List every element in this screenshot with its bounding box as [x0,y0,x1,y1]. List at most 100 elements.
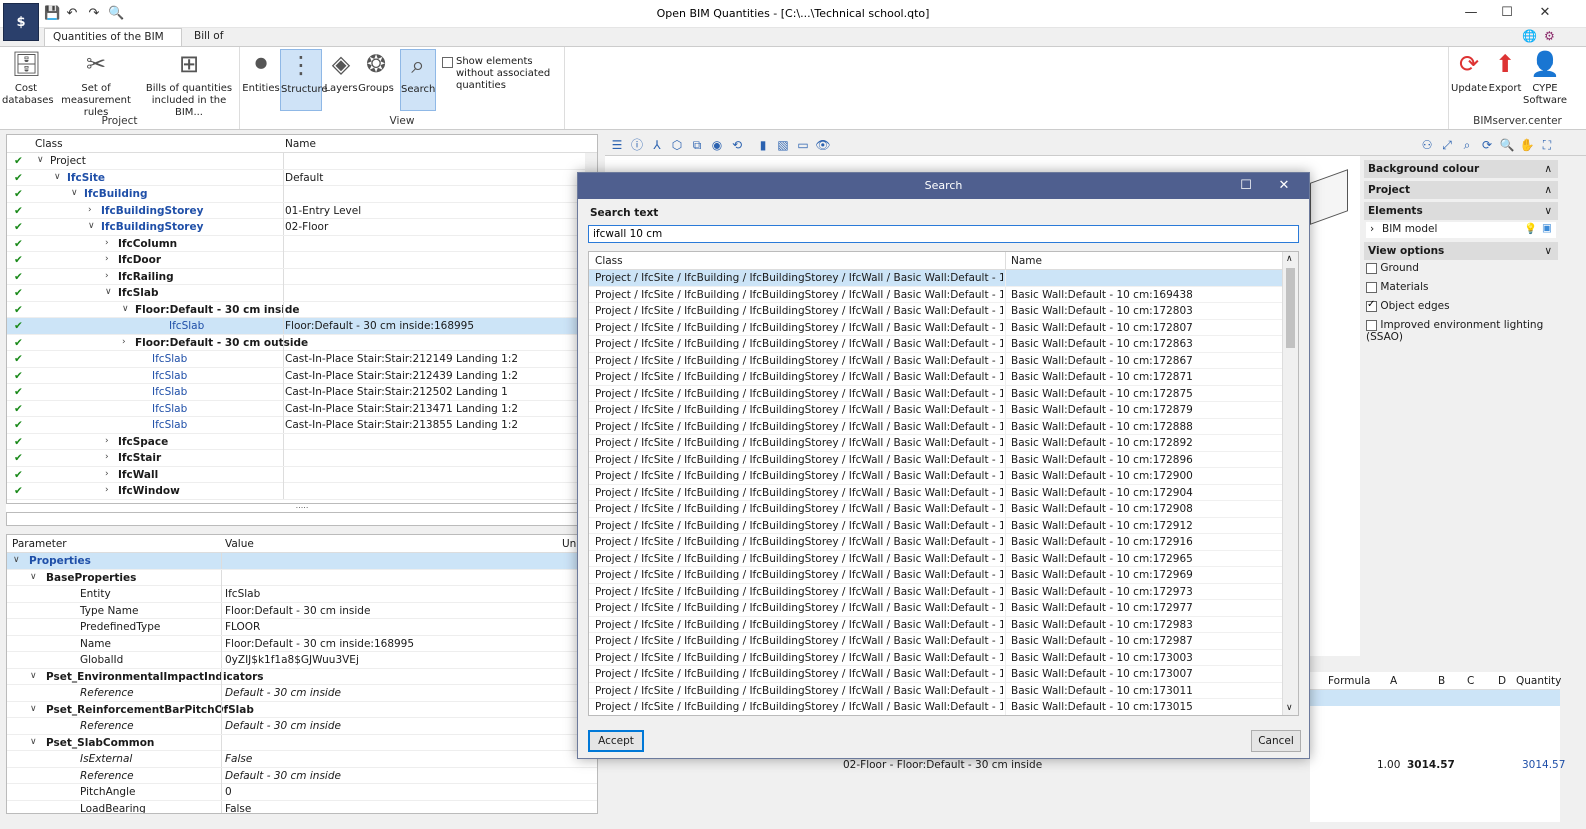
chevron-right-icon[interactable]: › [105,254,109,264]
bim-model-item[interactable]: › BIM model 💡 ▣ [1366,222,1556,238]
chevron-right-icon[interactable]: › [88,205,92,215]
check-icon[interactable]: ✔ [14,271,23,283]
rotate-icon[interactable]: ⟳ [1479,137,1495,153]
result-row[interactable]: Project / IfcSite / IfcBuilding / IfcBui… [589,369,1284,386]
maximize-button[interactable]: ☐ [1492,5,1522,23]
result-row[interactable]: Project / IfcSite / IfcBuilding / IfcBui… [589,385,1284,402]
chevron-down-icon[interactable]: ∨ [13,555,20,565]
result-row[interactable]: Project / IfcSite / IfcBuilding / IfcBui… [589,484,1284,501]
chevron-down-icon[interactable]: ∨ [30,572,37,582]
tree-row[interactable]: ✔ › IfcDoor [7,252,597,269]
result-row[interactable]: Project / IfcSite / IfcBuilding / IfcBui… [589,319,1284,336]
dialog-close-button[interactable]: ✕ [1269,173,1299,199]
check-icon[interactable]: ✔ [14,469,23,481]
chevron-right-icon[interactable]: › [105,485,109,495]
chevron-right-icon[interactable]: › [122,337,126,347]
results-scrollbar[interactable]: ∧ ∨ [1282,252,1298,715]
check-icon[interactable]: ✔ [14,485,23,497]
tab-quantities-bim[interactable]: Quantities of the BIM model [44,28,182,60]
tree-row[interactable]: ✔ IfcSlab Cast-In-Place Stair:Stair:213471… [7,400,597,417]
eye-icon[interactable]: ◉ [709,137,725,153]
info-icon[interactable]: ⓘ [629,137,645,153]
search-button[interactable]: ⌕ Search [400,49,436,111]
tree-row[interactable]: ✔ ∨ IfcBuilding [7,186,597,203]
chevron-right-icon[interactable]: › [105,271,109,281]
orbit-icon[interactable]: ⟲ [729,137,745,153]
table-row[interactable] [1310,690,1560,706]
close-button[interactable]: ✕ [1530,5,1560,23]
view-option-checkbox[interactable] [1366,299,1377,312]
section-project[interactable]: Project ∧ [1364,181,1558,199]
property-row[interactable]: Reference Default - 30 cm inside [7,685,597,702]
measurement-rules-button[interactable]: ✂ Set of measurement rules [52,49,140,119]
cancel-button[interactable]: Cancel [1251,730,1301,752]
property-row[interactable]: Type Name Floor:Default - 30 cm inside [7,602,597,619]
export-button[interactable]: ⬆ Export [1487,49,1523,95]
zoom-extents-icon[interactable]: ⤢ [1439,137,1455,153]
check-icon[interactable]: ✔ [14,155,23,167]
check-icon[interactable]: ✔ [14,386,23,398]
property-row[interactable]: Reference Default - 30 cm inside [7,718,597,735]
search-input[interactable] [588,225,1299,243]
settings-icon[interactable]: ⚙ [1544,29,1555,43]
result-row[interactable]: Project / IfcSite / IfcBuilding / IfcBui… [589,270,1284,287]
scroll-thumb[interactable] [1286,268,1295,348]
tree-row[interactable]: ✔ › Floor:Default - 30 cm outside [7,334,597,351]
chevron-right-icon[interactable]: › [105,469,109,479]
dialog-maximize-button[interactable]: ☐ [1231,173,1261,199]
bills-included-button[interactable]: ⊞ Bills of quantities included in the BIM… [140,49,238,119]
result-row[interactable]: Project / IfcSite / IfcBuilding / IfcBui… [589,336,1284,353]
property-row[interactable]: GlobalId 0yZIJ$k1f1a8$GJWuu3VEj [7,652,597,669]
property-row[interactable]: Entity IfcSlab [7,586,597,603]
result-row[interactable]: Project / IfcSite / IfcBuilding / IfcBui… [589,666,1284,683]
property-row[interactable]: LoadBearing False [7,800,597,813]
chevron-right-icon[interactable]: › [105,238,109,248]
tree-row[interactable]: ✔ ∨ Project [7,153,597,170]
axes-icon[interactable]: ⅄ [649,137,665,153]
result-row[interactable]: Project / IfcSite / IfcBuilding / IfcBui… [589,550,1284,567]
check-icon[interactable]: ✔ [14,205,23,217]
tree-row[interactable]: ✔ › IfcColumn [7,235,597,252]
check-icon[interactable]: ✔ [14,419,23,431]
chevron-right-icon[interactable]: › [105,436,109,446]
fit-icon[interactable]: ⛶ [1539,137,1555,153]
check-icon[interactable]: ✔ [14,452,23,464]
frame-icon[interactable]: ▭ [795,137,811,153]
check-icon[interactable]: ✔ [14,337,23,349]
view-option-checkbox[interactable] [1366,262,1377,274]
section-background-colour[interactable]: Background colour ∧ [1364,160,1558,178]
result-row[interactable]: Project / IfcSite / IfcBuilding / IfcBui… [589,616,1284,633]
tree-row[interactable]: ✔ ∨ IfcBuildingStorey 02-Floor [7,219,597,236]
layers-icon[interactable]: ☰ [609,137,625,153]
view-option-checkbox[interactable] [1366,281,1377,293]
stack-icon[interactable]: ⧉ [689,137,705,153]
show-without-checkbox[interactable] [442,57,453,68]
result-row[interactable]: Project / IfcSite / IfcBuilding / IfcBui… [589,699,1284,715]
scroll-up-icon[interactable]: ∧ [1286,254,1293,264]
accept-button[interactable]: Accept [588,730,644,752]
chevron-down-icon[interactable]: ∨ [122,304,129,314]
property-row[interactable]: ∨ Properties [7,553,597,570]
section-view-options[interactable]: View options ∨ [1364,242,1558,260]
tab-bill-of-quantities[interactable]: Bill of quantities [186,28,276,59]
result-row[interactable]: Project / IfcSite / IfcBuilding / IfcBui… [589,286,1284,303]
app-logo[interactable]: $ [3,3,39,41]
chevron-down-icon[interactable]: ∨ [30,737,37,747]
view-option[interactable]: Ground [1366,262,1560,274]
tree-row[interactable]: ✔ ∨ IfcSite Default [7,169,597,186]
result-row[interactable]: Project / IfcSite / IfcBuilding / IfcBui… [589,418,1284,435]
groups-button[interactable]: ❂ Groups [358,49,394,95]
check-icon[interactable]: ✔ [14,188,23,200]
tree-row[interactable]: ✔ IfcSlab Cast-In-Place Stair:Stair:212439… [7,367,597,384]
cost-databases-button[interactable]: 🗄 Cost databases [2,49,54,107]
result-row[interactable]: Project / IfcSite / IfcBuilding / IfcBui… [589,567,1284,584]
chevron-down-icon[interactable]: ∨ [37,155,44,165]
view-option[interactable]: Materials [1366,281,1560,293]
result-row[interactable]: Project / IfcSite / IfcBuilding / IfcBui… [589,435,1284,452]
section-green-icon[interactable]: ▧ [775,137,791,153]
layers-button[interactable]: ◈ Layers [324,49,358,95]
tree-splitter[interactable]: ..... [6,502,598,512]
pan-icon[interactable]: ✋ [1519,137,1535,153]
tree-row[interactable]: ✔ › IfcRailing [7,268,597,285]
check-icon[interactable]: ✔ [14,370,23,382]
